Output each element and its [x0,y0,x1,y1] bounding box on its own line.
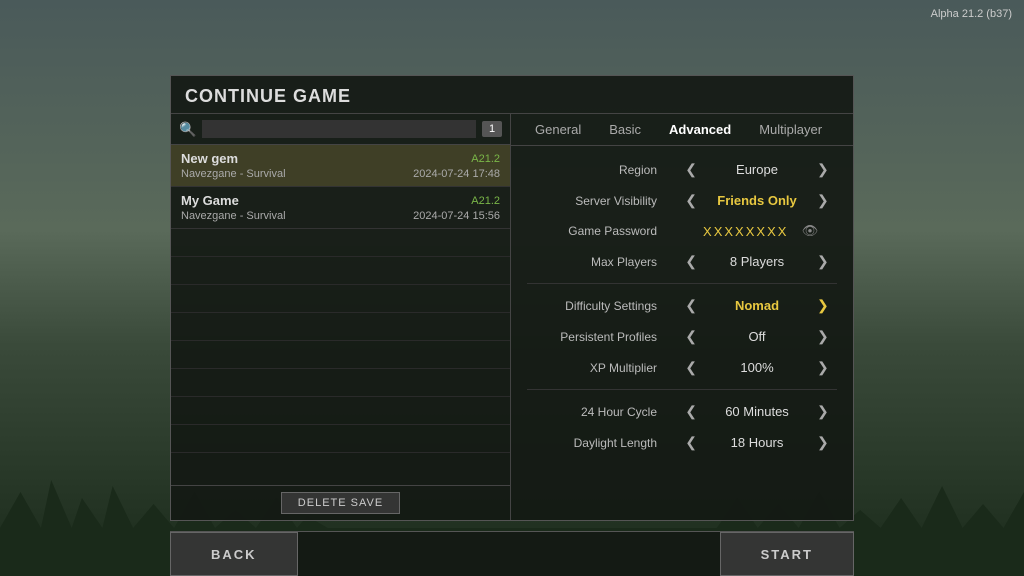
game-item[interactable]: New gem A21.2 Navezgane - Survival 2024-… [171,145,510,187]
page-number: 1 [482,121,502,137]
max-players-control: ❮ 8 Players ❯ [677,253,837,270]
xp-multiplier-next-button[interactable]: ❯ [813,359,833,376]
persistent-profiles-next-button[interactable]: ❯ [813,328,833,345]
region-next-button[interactable]: ❯ [813,161,833,178]
server-visibility-setting: Server Visibility ❮ Friends Only ❯ [511,185,853,216]
start-button[interactable]: START [720,532,854,576]
content-area: 🔍 1 New gem A21.2 Navezgane - Survival 2… [171,114,853,520]
server-visibility-label: Server Visibility [527,194,657,208]
game-version: A21.2 [471,195,500,207]
empty-row [171,397,510,425]
daylight-length-value: 18 Hours [707,435,807,450]
difficulty-setting: Difficulty Settings ❮ Nomad ❯ [511,290,853,321]
xp-multiplier-value: 100% [707,360,807,375]
game-name: New gem [181,151,238,166]
empty-row [171,257,510,285]
list-footer: DELETE SAVE [171,485,510,520]
empty-row [171,229,510,257]
empty-row [171,369,510,397]
game-password-control: XXXXXXXX 👁 [677,223,837,239]
settings-section: General Basic Advanced Multiplayer Regio… [511,114,853,520]
tab-general[interactable]: General [521,114,595,145]
search-input[interactable] [202,120,476,138]
game-subtitle: Navezgane - Survival 2024-07-24 17:48 [181,168,500,180]
empty-row [171,341,510,369]
hour-cycle-control: ❮ 60 Minutes ❯ [677,403,837,420]
tabs: General Basic Advanced Multiplayer [511,114,853,146]
hour-cycle-setting: 24 Hour Cycle ❮ 60 Minutes ❯ [511,396,853,427]
game-password-label: Game Password [527,224,657,238]
divider [527,283,837,284]
region-setting: Region ❮ Europe ❯ [511,154,853,185]
delete-save-button[interactable]: DELETE SAVE [281,492,400,514]
persistent-profiles-prev-button[interactable]: ❮ [681,328,701,345]
search-icon: 🔍 [179,121,196,138]
difficulty-value: Nomad [707,298,807,313]
max-players-prev-button[interactable]: ❮ [681,253,701,270]
max-players-value: 8 Players [707,254,807,269]
back-button[interactable]: BACK [170,532,298,576]
game-item-header: New gem A21.2 [181,151,500,166]
daylight-length-setting: Daylight Length ❮ 18 Hours ❯ [511,427,853,458]
region-label: Region [527,163,657,177]
xp-multiplier-label: XP Multiplier [527,361,657,375]
server-visibility-control: ❮ Friends Only ❯ [677,192,837,209]
game-password-value: XXXXXXXX [696,224,796,239]
max-players-setting: Max Players ❮ 8 Players ❯ [511,246,853,277]
hour-cycle-value: 60 Minutes [707,404,807,419]
xp-multiplier-prev-button[interactable]: ❮ [681,359,701,376]
difficulty-label: Difficulty Settings [527,299,657,313]
empty-row [171,313,510,341]
region-value: Europe [707,162,807,177]
game-subtitle: Navezgane - Survival 2024-07-24 15:56 [181,210,500,222]
server-visibility-next-button[interactable]: ❯ [813,192,833,209]
show-password-icon[interactable]: 👁 [802,223,819,239]
game-date: 2024-07-24 17:48 [413,168,500,180]
hour-cycle-label: 24 Hour Cycle [527,405,657,419]
game-name: My Game [181,193,239,208]
xp-multiplier-setting: XP Multiplier ❮ 100% ❯ [511,352,853,383]
page-title: CONTINUE GAME [171,76,853,114]
persistent-profiles-value: Off [707,329,807,344]
game-item[interactable]: My Game A21.2 Navezgane - Survival 2024-… [171,187,510,229]
settings-content: Region ❮ Europe ❯ Server Visibility ❮ Fr… [511,146,853,520]
game-list-section: 🔍 1 New gem A21.2 Navezgane - Survival 2… [171,114,511,520]
version-label: Alpha 21.2 (b37) [931,8,1012,20]
empty-row [171,425,510,453]
tab-advanced[interactable]: Advanced [655,114,745,145]
persistent-profiles-label: Persistent Profiles [527,330,657,344]
persistent-profiles-control: ❮ Off ❯ [677,328,837,345]
server-visibility-value: Friends Only [707,193,807,208]
region-control: ❮ Europe ❯ [677,161,837,178]
server-visibility-prev-button[interactable]: ❮ [681,192,701,209]
daylight-length-prev-button[interactable]: ❮ [681,434,701,451]
game-item-header: My Game A21.2 [181,193,500,208]
tab-basic[interactable]: Basic [595,114,655,145]
daylight-length-control: ❮ 18 Hours ❯ [677,434,837,451]
tab-multiplayer[interactable]: Multiplayer [745,114,836,145]
difficulty-next-button[interactable]: ❯ [813,297,833,314]
max-players-label: Max Players [527,255,657,269]
game-version: A21.2 [471,153,500,165]
max-players-next-button[interactable]: ❯ [813,253,833,270]
game-list: New gem A21.2 Navezgane - Survival 2024-… [171,145,510,485]
region-prev-button[interactable]: ❮ [681,161,701,178]
xp-multiplier-control: ❮ 100% ❯ [677,359,837,376]
daylight-length-next-button[interactable]: ❯ [813,434,833,451]
game-mode: Navezgane - Survival [181,210,286,222]
difficulty-control: ❮ Nomad ❯ [677,297,837,314]
game-password-setting: Game Password XXXXXXXX 👁 [511,216,853,246]
persistent-profiles-setting: Persistent Profiles ❮ Off ❯ [511,321,853,352]
game-date: 2024-07-24 15:56 [413,210,500,222]
main-panel: CONTINUE GAME 🔍 1 New gem A21.2 Navezgan… [170,75,854,521]
divider [527,389,837,390]
bottom-bar: BACK START [170,531,854,576]
game-mode: Navezgane - Survival [181,168,286,180]
difficulty-prev-button[interactable]: ❮ [681,297,701,314]
empty-row [171,285,510,313]
hour-cycle-next-button[interactable]: ❯ [813,403,833,420]
search-bar: 🔍 1 [171,114,510,145]
daylight-length-label: Daylight Length [527,436,657,450]
hour-cycle-prev-button[interactable]: ❮ [681,403,701,420]
